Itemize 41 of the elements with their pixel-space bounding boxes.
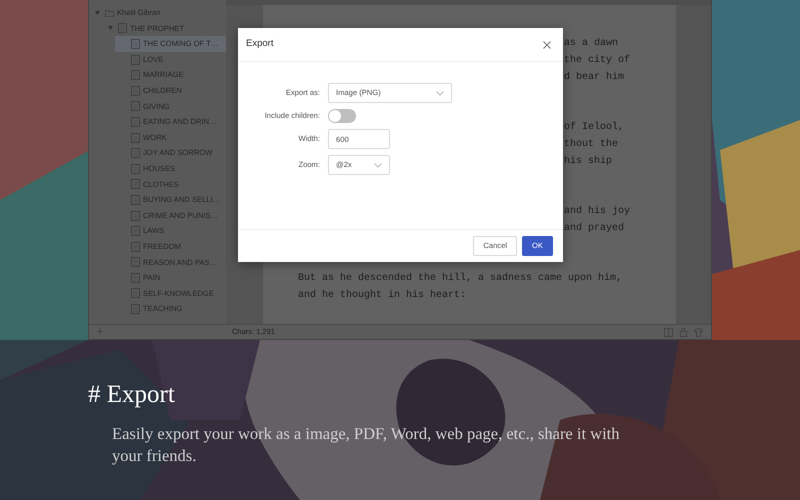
- document-icon: [131, 132, 140, 143]
- text-line: as a dawn: [564, 36, 620, 51]
- document-icon: [131, 164, 140, 174]
- caret-icon: [374, 162, 382, 168]
- bag-icon: [679, 328, 688, 336]
- document-icon: [131, 70, 140, 80]
- document-icon: [131, 257, 140, 268]
- text-line: and his joy: [564, 204, 632, 219]
- document-icon: [131, 116, 140, 127]
- text-line: of Ielool,: [564, 120, 626, 135]
- document-icon: [131, 101, 140, 112]
- shirt-icon: [694, 328, 703, 336]
- text-line: d bear him: [564, 70, 626, 85]
- document-icon: [131, 288, 140, 298]
- text-line: thout the: [564, 138, 620, 152]
- add-button[interactable]: +: [95, 326, 106, 338]
- document-icon: [131, 194, 140, 205]
- document-icon: [131, 179, 140, 190]
- text-line: But as he descended the hill, a sadness came upon him,: [298, 272, 624, 286]
- columns-icon: [664, 328, 673, 336]
- document-icon: [131, 54, 140, 65]
- document-icon: [131, 242, 140, 252]
- close-button[interactable]: [541, 38, 553, 50]
- document-icon: [131, 38, 140, 49]
- document-icon: [118, 23, 127, 34]
- text-line: the city of: [564, 54, 632, 68]
- document-icon: [131, 226, 140, 236]
- text-line: his ship: [564, 154, 614, 169]
- document-icon: [131, 86, 140, 96]
- description-text: Easily export your work as a image, PDF, Word, web page, etc., share it with your friends.: [112, 423, 621, 467]
- text-line: and prayed: [564, 222, 626, 236]
- document-icon: [131, 148, 140, 158]
- document-icon: [131, 272, 140, 283]
- text-line: and he thought in his heart:: [298, 288, 468, 303]
- folder-icon: [105, 8, 114, 18]
- toggle-switch[interactable]: [328, 109, 356, 123]
- section-heading: # Export: [88, 380, 176, 410]
- document-icon: [131, 304, 140, 314]
- document-icon: [131, 210, 140, 221]
- dialog-title: Export: [246, 37, 274, 52]
- caret-icon: [436, 90, 444, 96]
